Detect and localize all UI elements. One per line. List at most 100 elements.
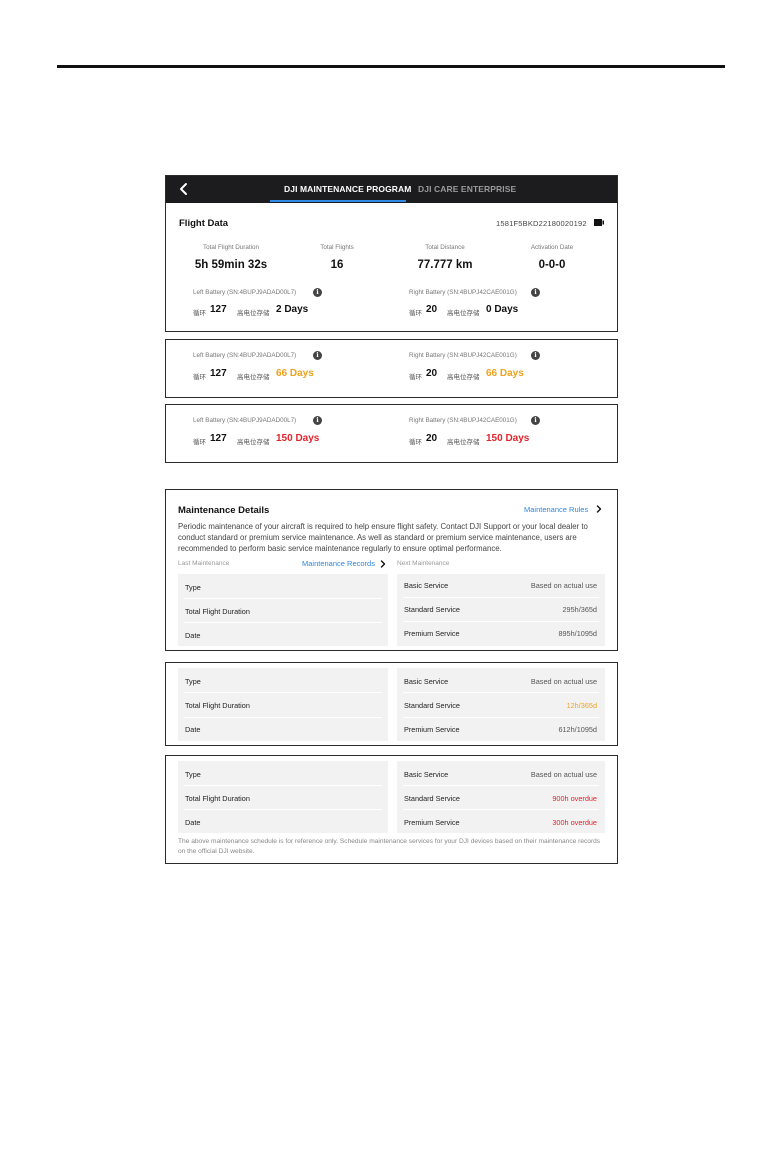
left-cycle-count: 127	[210, 368, 227, 379]
left-battery-label: Left Battery (SN:4BUPJ9ADAD00L7)	[193, 352, 297, 359]
next-row-standard-label: Standard Service	[404, 605, 460, 614]
stat-label-distance: Total Distance	[425, 244, 465, 251]
info-icon[interactable]: i	[313, 416, 322, 425]
aircraft-device-icon	[594, 219, 604, 226]
right-battery-label: Right Battery (SN:4BUPJ42CAE001G)	[409, 417, 517, 424]
row-divider	[184, 622, 382, 623]
right-cycle-count: 20	[426, 368, 438, 379]
chevron-right-icon[interactable]	[596, 505, 602, 513]
maintenance-details-title: Maintenance Details	[178, 505, 270, 516]
stat-value-flights: 16	[330, 259, 344, 271]
row-divider	[403, 809, 599, 810]
right-storage-label: 高电位存储	[447, 310, 480, 317]
right-cycle-label: 循环	[409, 439, 422, 446]
next-row-premium-value: 612h/1095d	[558, 725, 597, 734]
left-cycle-count: 127	[210, 304, 227, 315]
right-storage-days: 0 Days	[486, 304, 519, 315]
last-row-duration: Total Flight Duration	[185, 794, 250, 803]
maintenance-details-panel: Maintenance Details Maintenance Rules Pe…	[165, 489, 618, 651]
maintenance-description: Periodic maintenance of your aircraft is…	[178, 522, 588, 553]
next-maintenance-table: Basic Service Based on actual use Standa…	[397, 668, 605, 741]
last-maintenance-table: Type Total Flight Duration Date	[178, 668, 388, 741]
aircraft-serial: 1581F5BKD22180020192	[496, 219, 587, 228]
left-storage-days: 2 Days	[276, 304, 309, 315]
chevron-left-icon[interactable]	[176, 181, 192, 197]
next-row-standard-value: 900h overdue	[552, 794, 597, 803]
maintenance-rules-link[interactable]: Maintenance Rules	[524, 505, 588, 514]
stat-label-duration: Total Flight Duration	[203, 244, 259, 251]
last-maintenance-table: Type Total Flight Duration Date	[178, 761, 388, 833]
left-cycle-count: 127	[210, 433, 227, 444]
left-storage-days: 66 Days	[276, 368, 314, 379]
left-battery-label: Left Battery (SN:4BUPJ9ADAD00L7)	[193, 289, 297, 296]
info-icon[interactable]: i	[531, 351, 540, 360]
next-row-basic-label: Basic Service	[404, 677, 449, 686]
battery-panel-warning: Left Battery (SN:4BUPJ9ADAD00L7) i Right…	[165, 339, 618, 398]
right-cycle-count: 20	[426, 304, 438, 315]
row-divider	[184, 692, 382, 693]
stat-label-flights: Total Flights	[320, 244, 354, 251]
left-cycle-label: 循环	[193, 374, 206, 381]
last-row-type: Type	[185, 677, 201, 686]
next-row-premium-label: Premium Service	[404, 629, 460, 638]
right-storage-label: 高电位存储	[447, 374, 480, 381]
row-divider	[184, 809, 382, 810]
row-divider	[403, 717, 599, 718]
tab-care-enterprise[interactable]: DJI CARE ENTERPRISE	[418, 184, 516, 194]
info-icon[interactable]: i	[313, 351, 322, 360]
tab-maintenance-program[interactable]: DJI MAINTENANCE PROGRAM	[284, 184, 411, 194]
info-icon[interactable]: i	[531, 288, 540, 297]
right-storage-days: 66 Days	[486, 368, 524, 379]
maintenance-panel-warning: Type Total Flight Duration Date Basic Se…	[165, 662, 618, 746]
battery-panel-critical: Left Battery (SN:4BUPJ9ADAD00L7) i Right…	[165, 404, 618, 463]
left-storage-label: 高电位存储	[237, 310, 270, 317]
chevron-right-icon[interactable]	[380, 560, 386, 568]
next-row-standard-label: Standard Service	[404, 794, 460, 803]
left-cycle-label: 循环	[193, 439, 206, 446]
next-row-premium-label: Premium Service	[404, 818, 460, 827]
last-row-duration: Total Flight Duration	[185, 701, 250, 710]
last-row-type: Type	[185, 770, 201, 779]
stat-value-activation: 0-0-0	[538, 259, 566, 271]
right-battery-label: Right Battery (SN:4BUPJ42CAE001G)	[409, 289, 517, 296]
info-icon[interactable]: i	[531, 416, 540, 425]
flight-data-title: Flight Data	[179, 218, 229, 229]
next-row-standard-label: Standard Service	[404, 701, 460, 710]
row-divider	[184, 785, 382, 786]
right-storage-label: 高电位存储	[447, 439, 480, 446]
last-row-date: Date	[185, 631, 201, 640]
maintenance-footnote: The above maintenance schedule is for re…	[178, 838, 601, 855]
stat-value-distance: 77.777 km	[417, 259, 473, 271]
top-rule	[57, 65, 725, 68]
row-divider	[403, 621, 599, 622]
right-battery-label: Right Battery (SN:4BUPJ42CAE001G)	[409, 352, 517, 359]
next-row-premium-value: 300h overdue	[552, 818, 597, 827]
right-cycle-label: 循环	[409, 310, 422, 317]
next-row-basic-value: Based on actual use	[530, 581, 597, 590]
last-row-type: Type	[185, 583, 201, 592]
info-icon[interactable]: i	[313, 288, 322, 297]
stat-value-duration: 5h 59min 32s	[194, 259, 268, 271]
row-divider	[403, 597, 599, 598]
row-divider	[403, 785, 599, 786]
left-cycle-label: 循环	[193, 310, 206, 317]
last-row-date: Date	[185, 725, 201, 734]
next-row-premium-label: Premium Service	[404, 725, 460, 734]
next-maintenance-table: Basic Service Based on actual use Standa…	[397, 574, 605, 646]
maintenance-panel-overdue: Type Total Flight Duration Date Basic Se…	[165, 755, 618, 864]
flight-data-panel: DJI MAINTENANCE PROGRAM DJI CARE ENTERPR…	[165, 175, 618, 332]
last-maintenance-table: Type Total Flight Duration Date	[178, 574, 388, 646]
stat-label-activation: Activation Date	[530, 244, 574, 251]
left-storage-label: 高电位存储	[237, 439, 270, 446]
next-row-basic-value: Based on actual use	[530, 770, 597, 779]
right-cycle-label: 循环	[409, 374, 422, 381]
next-row-standard-value: 295h/365d	[562, 605, 598, 614]
maintenance-records-link[interactable]: Maintenance Records	[302, 559, 375, 568]
last-maintenance-label: Last Maintenance	[178, 560, 230, 567]
row-divider	[184, 598, 382, 599]
left-storage-label: 高电位存储	[237, 374, 270, 381]
app-header: DJI MAINTENANCE PROGRAM DJI CARE ENTERPR…	[166, 176, 617, 203]
next-row-basic-value: Based on actual use	[530, 677, 597, 686]
right-storage-days: 150 Days	[486, 433, 530, 444]
last-row-date: Date	[185, 818, 201, 827]
